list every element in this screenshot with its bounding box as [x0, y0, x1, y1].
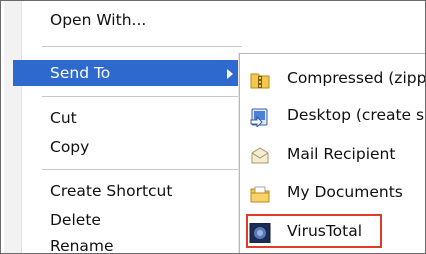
- menu-item-delete[interactable]: Delete: [6, 207, 240, 233]
- menu-separator: [42, 46, 242, 48]
- menu-item-label: Cut: [50, 109, 77, 127]
- submenu-item-label: Desktop (create s: [287, 106, 425, 124]
- menu-item-label: Create Shortcut: [50, 182, 173, 200]
- context-menu: Open With... Send To Cut Copy Create Sho…: [4, 1, 244, 254]
- menu-item-open-with[interactable]: Open With...: [6, 7, 240, 33]
- menu-item-label: Rename: [50, 237, 114, 254]
- zip-folder-icon: [249, 68, 271, 89]
- submenu-item-my-documents[interactable]: My Documents: [240, 175, 425, 209]
- submenu-item-label: Mail Recipient: [287, 145, 396, 163]
- menu-item-cut[interactable]: Cut: [6, 105, 240, 131]
- menu-item-label: Send To: [50, 64, 111, 82]
- background-window: [246, 1, 425, 53]
- submenu-item-desktop[interactable]: Desktop (create s: [240, 98, 425, 132]
- submenu-arrow-icon: [227, 69, 233, 79]
- submenu-item-label: My Documents: [287, 183, 403, 201]
- menu-item-label: Copy: [50, 138, 90, 156]
- desktop-icon: [249, 105, 271, 129]
- send-to-submenu: Compressed (zipp Desktop (create s Mail …: [239, 53, 426, 253]
- menu-item-label: Open With...: [50, 11, 147, 29]
- menu-item-label: Delete: [50, 211, 101, 229]
- screenshot-frame: Open With... Send To Cut Copy Create Sho…: [0, 0, 426, 254]
- virustotal-highlight-box: [246, 214, 382, 248]
- documents-folder-icon: [249, 182, 271, 203]
- menu-item-send-to[interactable]: Send To: [13, 60, 239, 86]
- submenu-item-compressed[interactable]: Compressed (zipp: [240, 61, 426, 95]
- menu-item-create-shortcut[interactable]: Create Shortcut: [6, 178, 240, 204]
- menu-separator: [42, 169, 242, 171]
- menu-separator: [42, 96, 242, 98]
- mail-envelope-icon: [249, 144, 271, 164]
- menu-item-copy[interactable]: Copy: [6, 134, 240, 160]
- menu-item-rename[interactable]: Rename: [6, 233, 240, 254]
- submenu-item-label: Compressed (zipp: [287, 69, 426, 87]
- submenu-item-mail-recipient[interactable]: Mail Recipient: [240, 137, 425, 171]
